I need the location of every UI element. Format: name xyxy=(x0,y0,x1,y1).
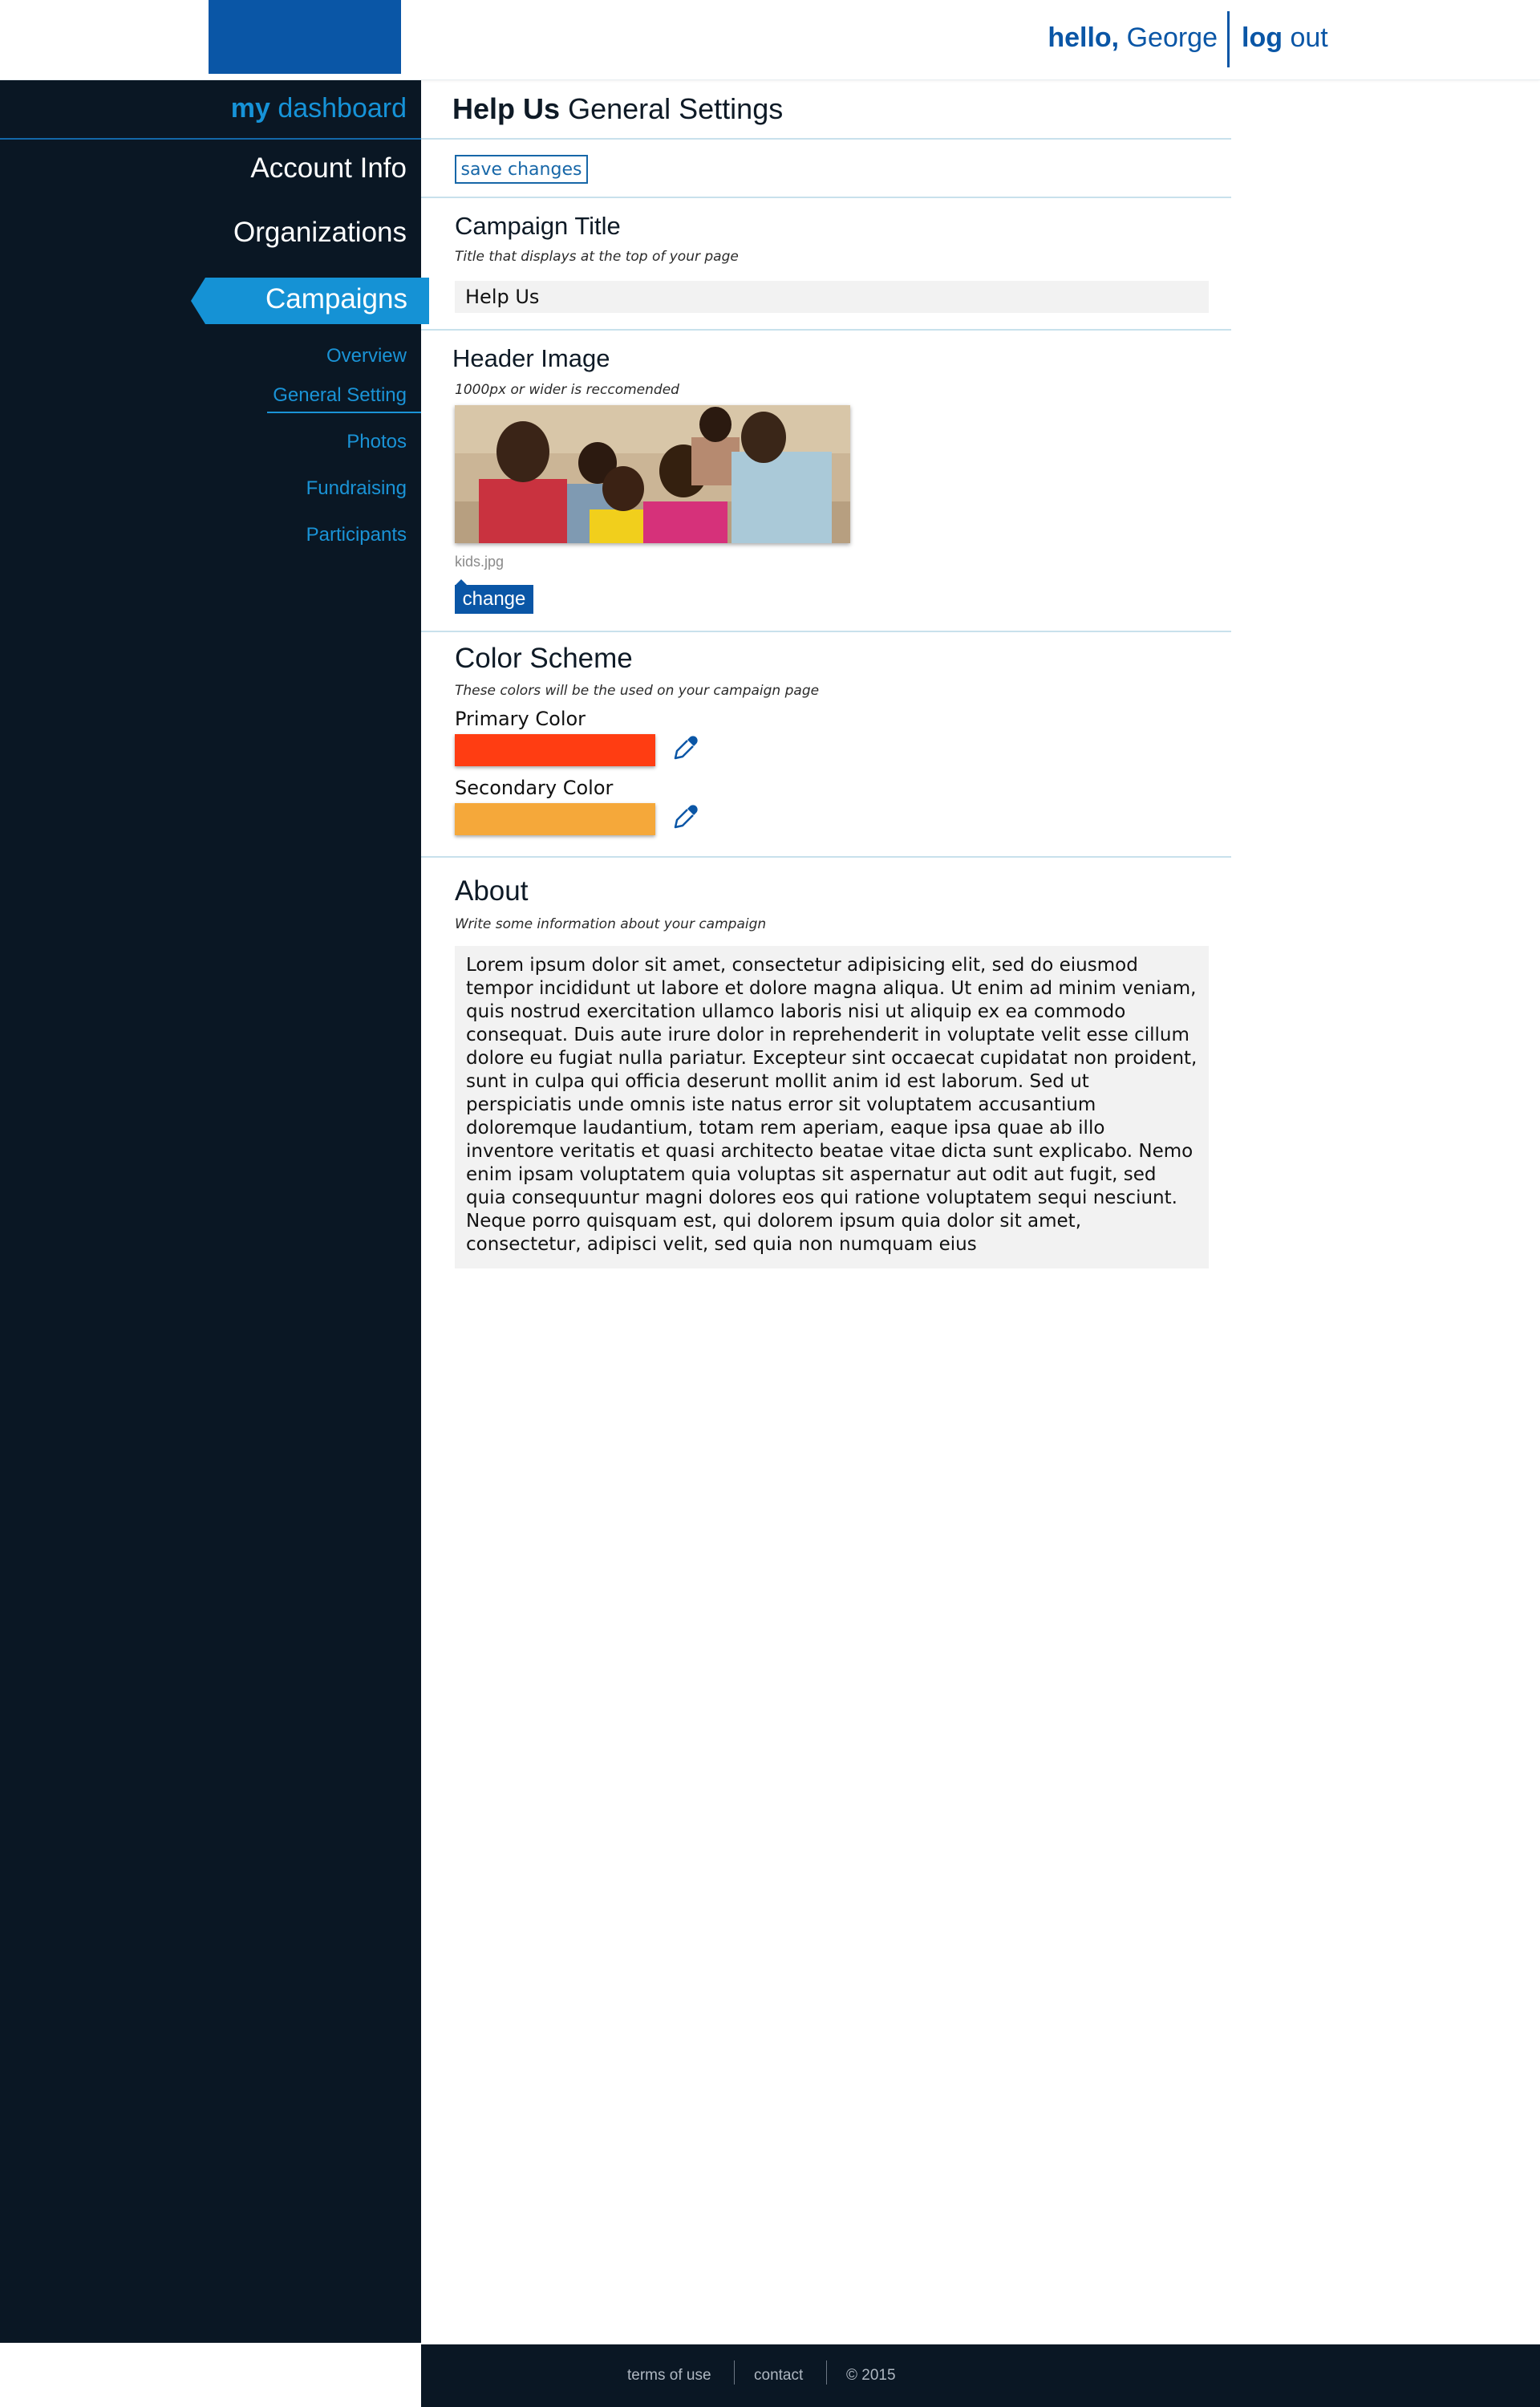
greeting-text: hello, xyxy=(1048,22,1120,53)
header-image-preview xyxy=(455,405,850,543)
page-title-section: General Settings xyxy=(568,92,784,125)
campaign-title-input[interactable] xyxy=(455,281,1209,313)
dashboard-divider xyxy=(0,138,421,140)
logout-strong: log xyxy=(1242,22,1283,53)
dashboard-title[interactable]: my dashboard xyxy=(0,93,407,124)
page-title-campaign: Help Us xyxy=(452,92,561,125)
divider xyxy=(421,631,1231,632)
subnav-fundraising[interactable]: Fundraising xyxy=(0,477,407,500)
active-subnav-underline xyxy=(267,412,421,413)
subnav-general-setting[interactable]: General Setting xyxy=(0,384,407,407)
eyedropper-icon[interactable] xyxy=(673,802,700,830)
eyedropper-icon[interactable] xyxy=(673,733,700,761)
top-bar: hello, George log out xyxy=(0,0,1540,80)
sidebar-item-account-info[interactable]: Account Info xyxy=(0,152,407,185)
logout-link[interactable]: log out xyxy=(1242,22,1328,54)
subnav-participants[interactable]: Participants xyxy=(0,524,407,546)
terms-of-use-link[interactable]: terms of use xyxy=(627,2367,711,2385)
contact-link[interactable]: contact xyxy=(754,2367,803,2385)
save-changes-button[interactable]: save changes xyxy=(455,155,588,184)
divider xyxy=(421,329,1231,331)
site-logo[interactable] xyxy=(209,0,401,74)
user-name: George xyxy=(1126,22,1218,53)
sidebar-item-campaigns[interactable]: Campaigns xyxy=(191,278,429,324)
secondary-color-swatch[interactable] xyxy=(455,803,655,835)
page-title: Help Us General Settings xyxy=(452,92,783,126)
dashboard-rest: dashboard xyxy=(278,93,407,124)
subnav-overview[interactable]: Overview xyxy=(0,345,407,367)
about-hint: Write some information about your campai… xyxy=(455,916,767,932)
dashboard-strong: my xyxy=(230,93,270,124)
change-image-button[interactable]: change xyxy=(455,585,533,614)
divider xyxy=(421,856,1231,858)
footer: terms of use contact © 2015 xyxy=(421,2344,1540,2407)
sidebar: my dashboard Account Info Organizations … xyxy=(0,80,429,2343)
footer-divider xyxy=(826,2360,827,2385)
header-image-hint: 1000px or wider is reccomended xyxy=(455,382,679,398)
sidebar-item-organizations[interactable]: Organizations xyxy=(0,217,407,249)
about-textarea[interactable]: Lorem ipsum dolor sit amet, consectetur … xyxy=(455,946,1209,1268)
header-image-heading: Header Image xyxy=(452,344,610,372)
sidebar-item-label: Campaigns xyxy=(265,283,407,315)
color-scheme-hint: These colors will be the used on your ca… xyxy=(455,683,820,699)
header-divider xyxy=(1227,11,1230,67)
footer-divider xyxy=(734,2360,735,2385)
divider xyxy=(421,138,1231,140)
campaign-title-hint: Title that displays at the top of your p… xyxy=(455,249,739,265)
color-scheme-heading: Color Scheme xyxy=(455,643,633,674)
secondary-color-label: Secondary Color xyxy=(455,777,614,799)
logout-rest: out xyxy=(1290,22,1328,53)
header-image-filename: kids.jpg xyxy=(455,554,505,570)
user-greeting: hello, George xyxy=(1043,22,1218,54)
copyright-text: © 2015 xyxy=(846,2367,896,2384)
divider xyxy=(421,197,1231,198)
about-heading: About xyxy=(455,875,529,907)
campaign-title-heading: Campaign Title xyxy=(455,212,621,240)
primary-color-swatch[interactable] xyxy=(455,734,655,766)
subnav-photos[interactable]: Photos xyxy=(0,431,407,453)
primary-color-label: Primary Color xyxy=(455,708,586,730)
